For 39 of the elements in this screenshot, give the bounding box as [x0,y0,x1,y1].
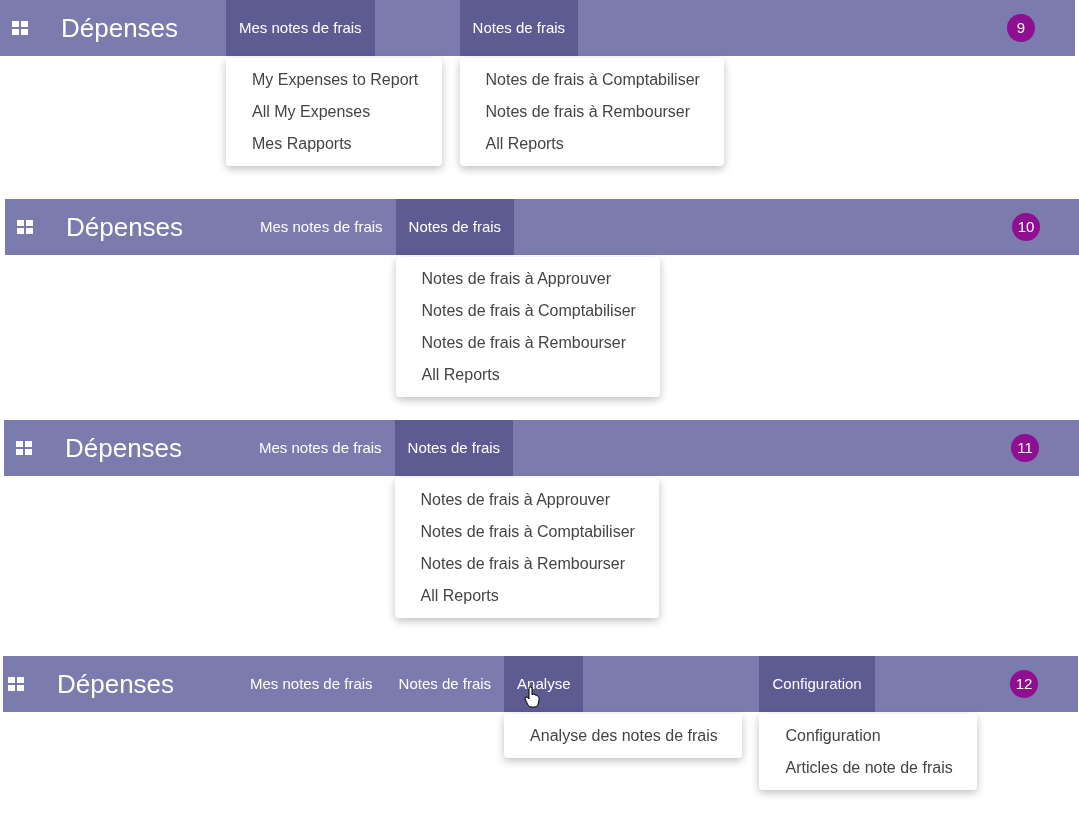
menu-tab[interactable]: Configuration [759,656,875,712]
app-title: Dépenses [66,210,184,244]
dropdown-item[interactable]: Notes de frais à Approuver [395,263,660,295]
dropdown-item[interactable]: Notes de frais à Comptabiliser [459,64,724,96]
apps-grid-icon[interactable] [12,21,28,35]
menu-tab[interactable]: Mes notes de frais [237,656,386,712]
dropdown-item[interactable]: Notes de frais à Rembourser [459,96,724,128]
app-title: Dépenses [61,11,179,45]
menu-tab[interactable]: Notes de frais [394,420,514,476]
menu-tab[interactable]: Notes de frais [385,656,505,712]
dropdown-item[interactable]: All Reports [395,359,660,391]
dropdown-item[interactable]: Mes Rapports [226,128,443,160]
step-number-badge: 9 [1007,14,1035,42]
dropdown-item[interactable]: Articles de note de frais [759,752,977,784]
app-title: Dépenses [65,431,183,465]
menu-tab[interactable]: Mes notes de frais [246,420,395,476]
step-number-badge: 12 [1010,670,1038,698]
menu-tab[interactable]: Mes notes de frais [247,199,396,255]
menu-tab[interactable]: Analyse [504,656,584,712]
step-number-badge: 10 [1012,213,1040,241]
dropdown-item[interactable]: Notes de frais à Comptabiliser [394,516,659,548]
dropdown-item[interactable]: Configuration [759,720,977,752]
app-title: Dépenses [57,667,175,701]
dropdown-item[interactable]: Notes de frais à Rembourser [395,327,660,359]
dropdown-item[interactable]: Notes de frais à Comptabiliser [395,295,660,327]
menu-tab[interactable]: Notes de frais [395,199,515,255]
dropdown-item[interactable]: All Reports [459,128,724,160]
dropdown-item[interactable]: My Expenses to Report [226,64,443,96]
menu-tab[interactable]: Notes de frais [459,0,579,56]
apps-grid-icon[interactable] [16,441,32,455]
apps-grid-icon[interactable] [17,220,33,234]
dropdown-item[interactable]: Analyse des notes de frais [504,720,742,752]
menu-tab[interactable]: Mes notes de frais [226,0,375,56]
dropdown-item[interactable]: Notes de frais à Approuver [394,484,659,516]
dropdown-item[interactable]: All My Expenses [226,96,443,128]
apps-grid-icon[interactable] [8,677,24,691]
step-number-badge: 11 [1011,434,1039,462]
dropdown-item[interactable]: Notes de frais à Rembourser [394,548,659,580]
dropdown-item[interactable]: All Reports [394,580,659,612]
